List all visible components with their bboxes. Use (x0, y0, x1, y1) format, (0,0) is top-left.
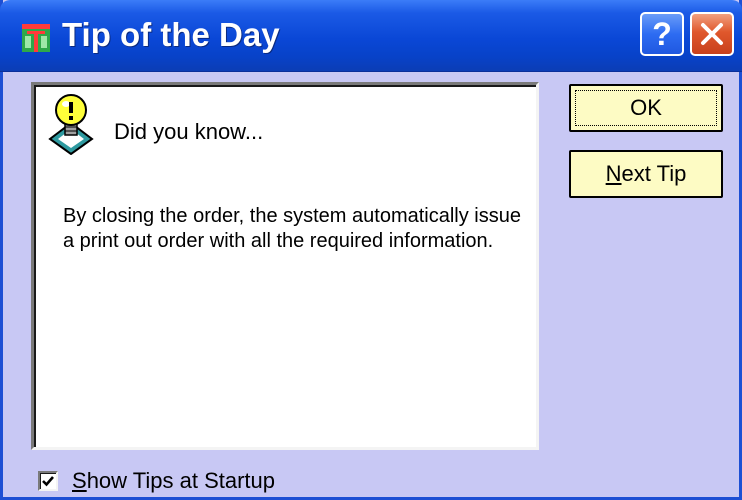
tip-heading: Did you know... (114, 119, 264, 144)
ok-button[interactable]: OK (569, 84, 723, 132)
next-tip-label-rest: ext Tip (621, 161, 687, 186)
window-title: Tip of the Day (62, 16, 280, 53)
help-icon: ? (652, 16, 672, 52)
next-tip-button[interactable]: Next Tip (569, 150, 723, 198)
help-button[interactable]: ? (640, 12, 684, 56)
show-tips-accelerator: S (72, 468, 87, 493)
tip-of-the-day-icon (22, 24, 50, 52)
show-tips-label-rest: how Tips at Startup (86, 468, 276, 493)
lightbulb-icon (48, 94, 94, 155)
title-bar[interactable]: Tip of the Day ? (0, 0, 742, 72)
close-icon (701, 23, 723, 45)
tip-of-the-day-dialog: Tip of the Day ? Did you know... By clos… (0, 0, 742, 500)
show-tips-checkbox[interactable] (38, 471, 58, 491)
tip-panel: Did you know... By closing the order, th… (31, 82, 539, 450)
focus-ring (575, 90, 717, 126)
next-tip-accelerator: N (605, 161, 622, 186)
show-tips-at-startup[interactable]: Show Tips at Startup (38, 468, 275, 494)
close-button[interactable] (690, 12, 734, 56)
next-tip-button-label: Next Tip (606, 161, 687, 187)
tip-text: By closing the order, the system automat… (63, 205, 521, 252)
show-tips-label: Show Tips at Startup (72, 468, 275, 494)
checkmark-icon (42, 476, 54, 487)
